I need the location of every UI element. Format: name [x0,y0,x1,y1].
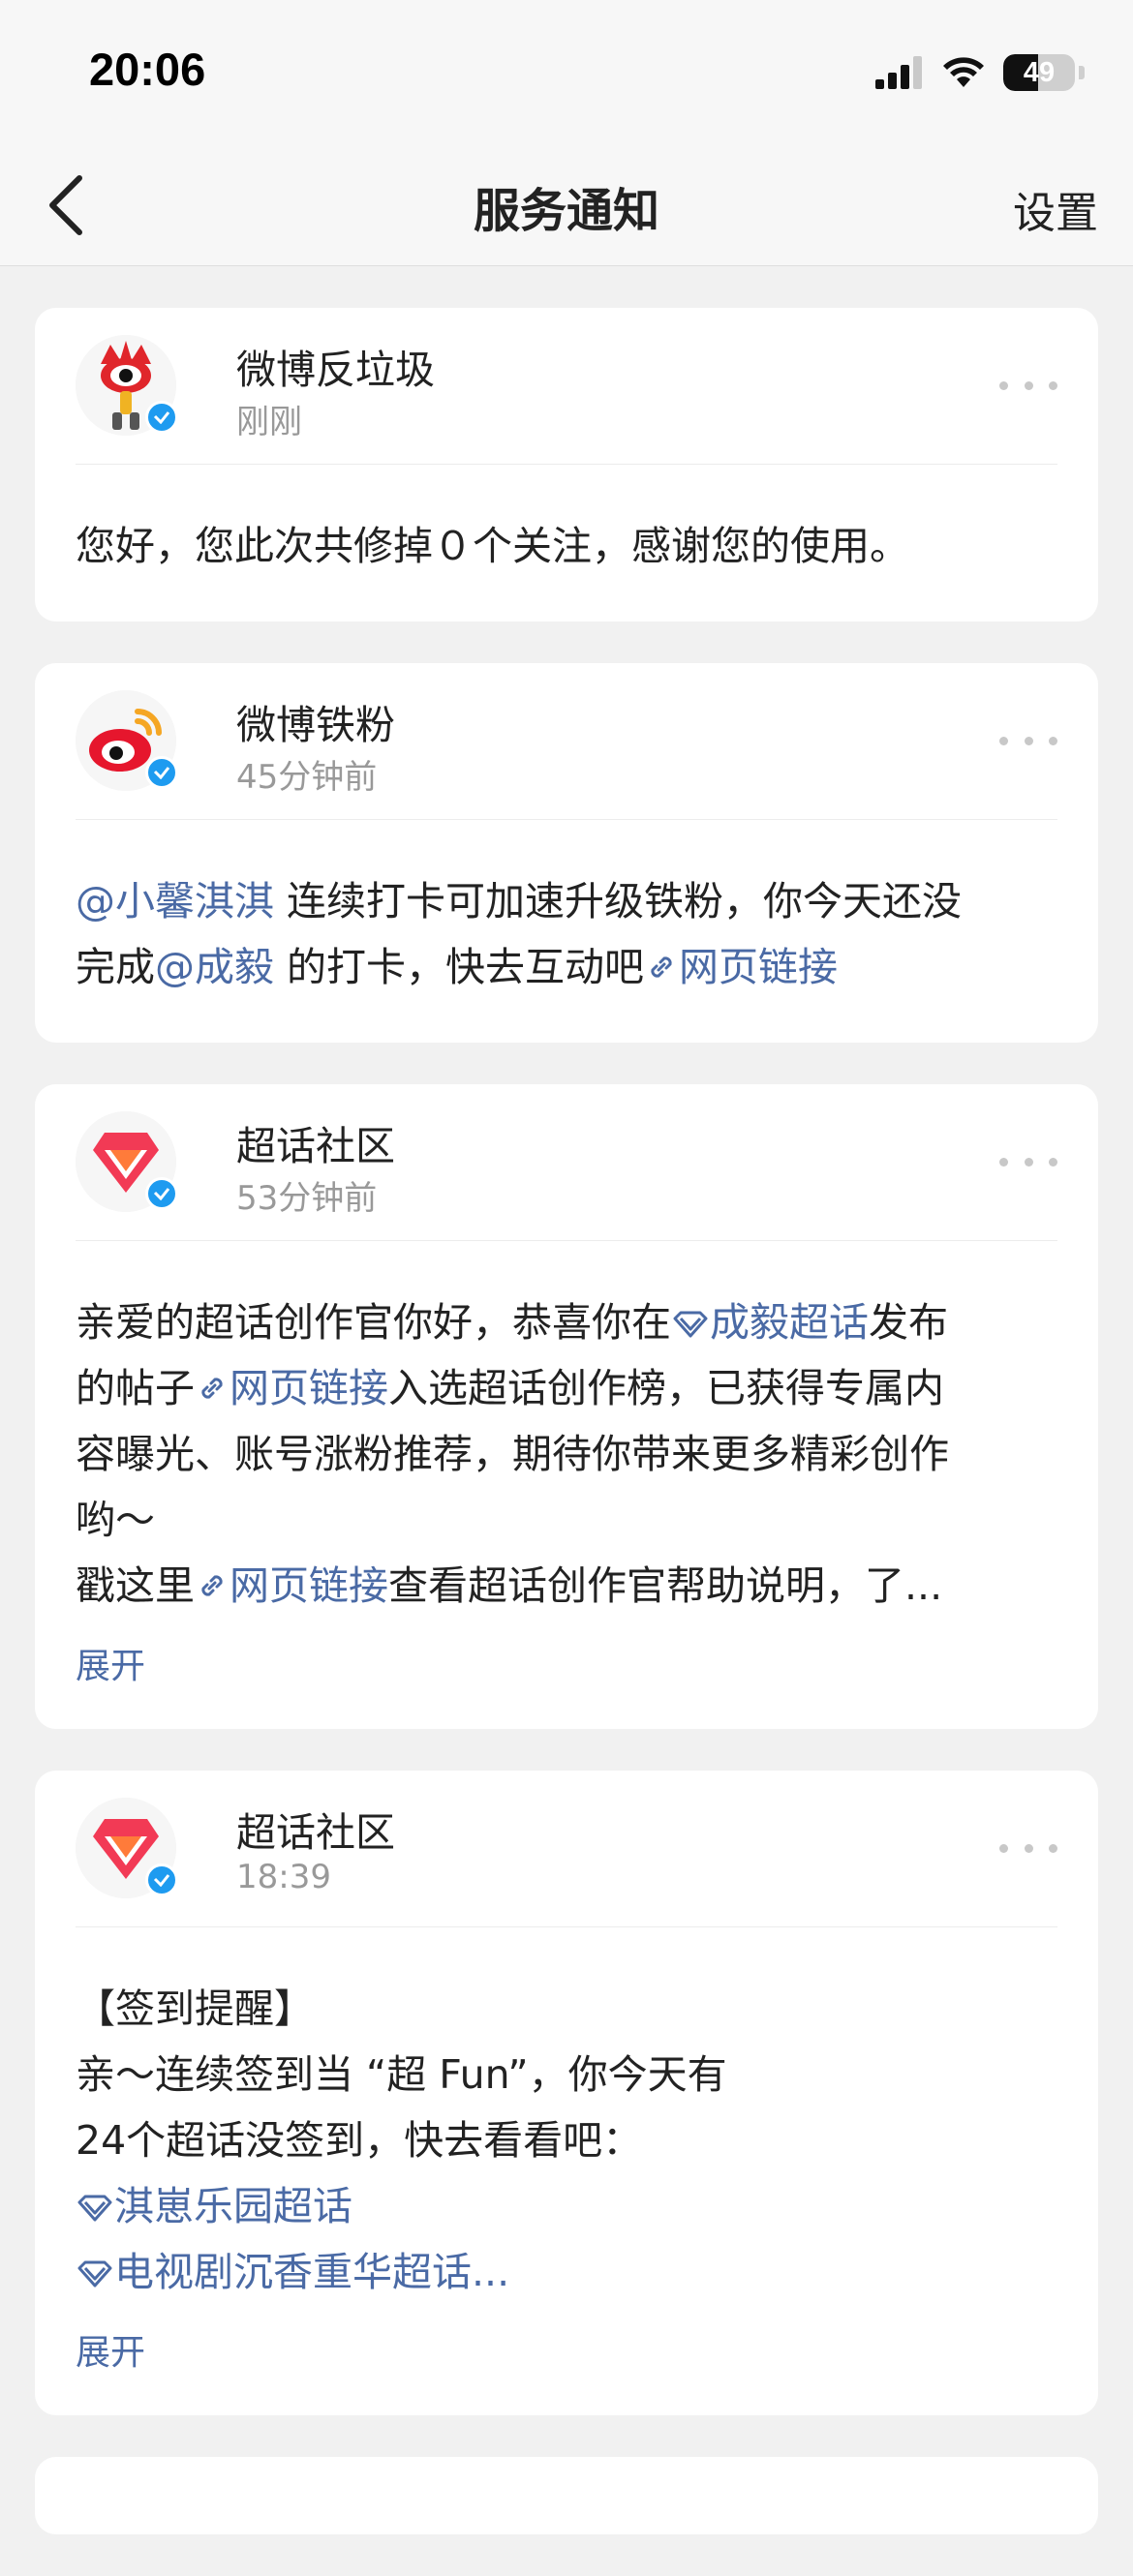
message-body: @小馨淇淇 连续打卡可加速升级铁粉，你今天还没 完成@成毅 的打卡，快去互动吧网… [76,820,1057,1043]
message-time: 45分钟前 [236,758,378,797]
sender-name[interactable]: 微博铁粉 [236,692,395,750]
more-options-button[interactable] [999,1142,1057,1181]
expand-button[interactable]: 展开 [76,2305,1057,2415]
navigation-bar: 服务通知 设置 [0,145,1133,266]
message-text: 您好，您此次共修掉０个关注，感谢您的使用。 [76,523,909,569]
sender-name[interactable]: 超话社区 [236,1800,395,1858]
status-bar: 20:06 49 [0,0,1133,145]
avatar[interactable] [76,1798,178,1898]
diamond-icon [77,2195,112,2222]
message-text: 戳这里 [76,1562,195,1609]
message-body: 您好，您此次共修掉０个关注，感谢您的使用。 [76,465,1057,621]
more-options-button[interactable] [999,721,1057,760]
super-topic-row: 电视剧沉香重华超话... [76,2239,1057,2305]
link-icon [201,1575,223,1596]
diamond-icon [673,1311,708,1338]
user-mention-link[interactable]: @小馨淇淇 [76,878,274,924]
message-text: 连续打卡可加速升级铁粉，你今天还没 [274,878,963,924]
web-link-label: 网页链接 [230,1562,388,1609]
message-text: 发布 [869,1299,948,1346]
link-icon [651,956,672,978]
message-text: 查看超话创作官帮助说明，了... [388,1562,943,1609]
super-topic-link[interactable]: 成毅超话 [671,1299,869,1346]
expand-button[interactable]: 展开 [76,1619,1057,1729]
notification-card: 超话社区 18:39 【签到提醒】 亲～连续签到当 “超 Fun”，你今天有 2… [35,1771,1098,2415]
settings-button[interactable]: 设置 [1013,178,1098,240]
status-icons: 49 [875,48,1085,97]
verified-badge-icon [145,401,178,434]
super-topic-label: 电视剧沉香重华超话... [114,2249,510,2295]
status-time: 20:06 [89,44,206,95]
message-text: 容曝光、账号涨粉推荐，期待你带来更多精彩创作 [76,1431,949,1477]
link-icon [201,1378,223,1399]
verified-badge-icon [145,1177,178,1210]
message-body: 亲爱的超话创作官你好，恭喜你在 成毅超话发布 的帖子 网页链接入选超话创作榜，已获得… [76,1241,1057,1619]
message-text: 亲爱的超话创作官你好，恭喜你在 [76,1299,671,1346]
message-time: 刚刚 [236,403,302,441]
web-link[interactable]: 网页链接 [195,1562,388,1609]
super-topic-link[interactable]: 淇崽乐园超话 [76,2173,1057,2239]
card-header: 微博铁粉 45分钟前 [76,663,1057,820]
message-text: 【签到提醒】 [76,1985,314,2032]
notification-list: 微博反垃圾 刚刚 您好，您此次共修掉０个关注，感谢您的使用。 微博铁粉 45分钟… [35,308,1098,2576]
message-text: 的打卡，快去互动吧 [274,944,645,990]
avatar[interactable] [76,1111,178,1212]
battery-icon: 49 [1003,54,1075,91]
web-link[interactable]: 网页链接 [644,944,838,990]
more-options-button[interactable] [999,366,1057,405]
card-header: 微博反垃圾 刚刚 [76,308,1057,465]
message-text: 24个超话没签到，快去看看吧： [76,2117,643,2164]
card-header: 超话社区 53分钟前 [76,1084,1057,1241]
verified-badge-icon [145,1864,178,1896]
notification-card: 超话社区 53分钟前 亲爱的超话创作官你好，恭喜你在 成毅超话发布 的帖子 网页链接… [35,1084,1098,1729]
message-text: 入选超话创作榜，已获得专属内 [388,1365,944,1411]
verified-badge-icon [145,756,178,789]
super-topic-link[interactable]: 电视剧沉香重华超话... [76,2249,509,2295]
message-text: 亲～连续签到当 “超 Fun”，你今天有 [76,2051,727,2098]
sender-name[interactable]: 超话社区 [236,1113,395,1171]
signal-icon [875,56,922,89]
message-text: 完成 [76,944,155,990]
battery-tip [1079,66,1085,79]
super-topic-label: 淇崽乐园超话 [114,2183,352,2229]
page-title: 服务通知 [473,184,659,238]
message-time: 53分钟前 [236,1179,378,1218]
notification-card: 微博反垃圾 刚刚 您好，您此次共修掉０个关注，感谢您的使用。 [35,308,1098,621]
notification-card: 微博铁粉 45分钟前 @小馨淇淇 连续打卡可加速升级铁粉，你今天还没 完成@成毅… [35,663,1098,1043]
diamond-icon [77,2260,112,2288]
web-link[interactable]: 网页链接 [195,1365,388,1411]
battery-level: 49 [1023,56,1056,88]
message-text: 哟～ [76,1497,155,1543]
wifi-icon [943,57,984,87]
user-mention-link[interactable]: @成毅 [155,944,274,990]
message-body: 【签到提醒】 亲～连续签到当 “超 Fun”，你今天有 24个超话没签到，快去看… [76,1927,1057,2305]
message-text: 的帖子 [76,1365,195,1411]
avatar[interactable] [76,690,178,791]
more-options-button[interactable] [999,1829,1057,1867]
card-header: 超话社区 18:39 [76,1771,1057,1927]
web-link-label: 网页链接 [230,1365,388,1411]
avatar[interactable] [76,335,178,436]
super-topic-label: 成毅超话 [710,1299,869,1346]
notification-card [35,2457,1098,2534]
message-time: 18:39 [236,1858,331,1896]
sender-name[interactable]: 微博反垃圾 [236,337,435,395]
web-link-label: 网页链接 [679,944,839,990]
